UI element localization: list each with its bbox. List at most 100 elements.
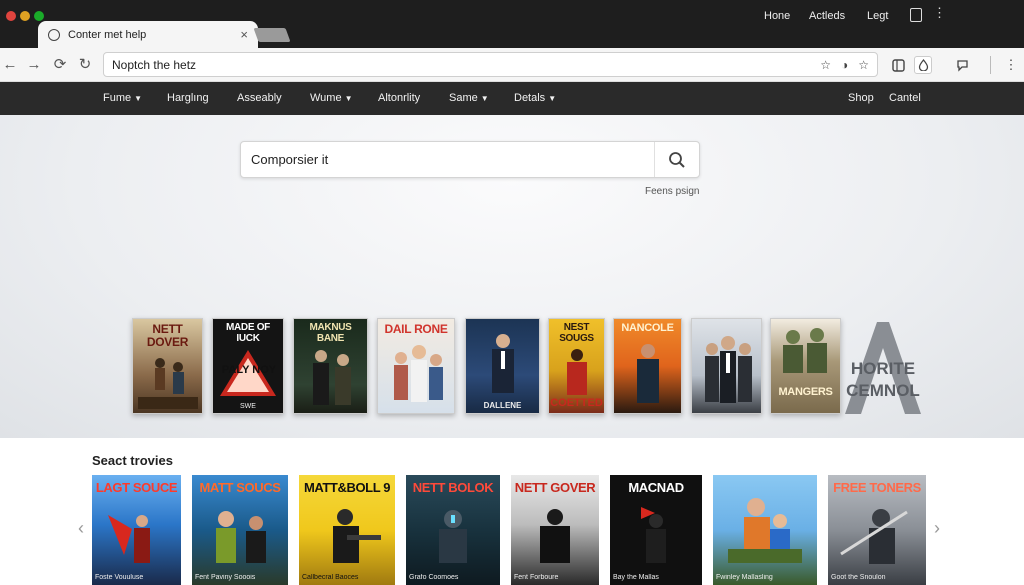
card-title: MACNAD [628, 480, 684, 495]
reader-mode-icon[interactable]: ◑ [841, 58, 848, 72]
nav-item-detals[interactable]: Detals ▼ [514, 92, 556, 104]
minimize-window-dot[interactable] [20, 11, 30, 21]
card-caption: Foste Vouuluse [95, 574, 144, 581]
poster-title [692, 319, 761, 323]
card-title: LAGT SOUCE [95, 480, 178, 495]
bookmark-star-outline-icon[interactable]: ☆ [820, 58, 831, 72]
close-window-dot[interactable] [6, 11, 16, 21]
chevron-down-icon: ▼ [344, 94, 353, 103]
hero-poster-7[interactable]: NANCOLE [613, 318, 682, 414]
nav-item-cantel[interactable]: Cantel [889, 92, 921, 104]
tab-close-icon[interactable]: × [240, 27, 248, 42]
card-caption: Callbecral Baoces [302, 574, 359, 581]
poster-figure-art [566, 349, 587, 395]
poster-figures-art [394, 344, 443, 402]
poster-caption [614, 410, 681, 413]
top-link-home[interactable]: Hone [764, 10, 790, 22]
nav-item-label: Asseably [237, 92, 282, 104]
card-figures-art [216, 511, 266, 563]
nav-item-fume[interactable]: Fume ▼ [103, 92, 142, 104]
card-title: NETT GOVER [514, 480, 596, 495]
hero-poster-4[interactable]: DAIL RONE [377, 318, 455, 414]
search-input[interactable] [241, 142, 654, 177]
poster-badge-text: COETTED [550, 397, 603, 409]
nav-item-same[interactable]: Same ▼ [449, 92, 489, 104]
movie-card-2[interactable]: MATT SOUCS Fent Paviny Sooois [192, 475, 288, 585]
movie-card-5[interactable]: NETT GOVER Fent Forboure [511, 475, 599, 585]
sidebar-panel-icon[interactable] [889, 56, 907, 74]
poster-title: NEST SOUGS [559, 322, 594, 344]
card-title: MATT&BOLL 9 [303, 480, 391, 495]
site-nav-bar: Fume ▼ Harglıng Asseably Wume ▼ Altonrlity… [0, 82, 1024, 115]
card-soldier-art [333, 509, 381, 563]
movie-card-6[interactable]: MACNAD Bay the Mallas [610, 475, 702, 585]
movie-card-1[interactable]: LAGT SOUCE Foste Vouuluse [92, 475, 181, 585]
back-arrow-icon[interactable]: ← [0, 54, 20, 74]
poster-figures-art [704, 335, 752, 403]
carousel-prev-icon[interactable]: ‹ [78, 518, 84, 539]
poster-figure-art [491, 334, 514, 393]
poster-title: NETT DOVER [146, 322, 189, 349]
tab-favicon-icon [48, 28, 60, 41]
top-link-legt[interactable]: Legt [867, 10, 888, 22]
chevron-down-icon: ▼ [480, 94, 489, 103]
hero-poster-5[interactable]: DALLENE [465, 318, 540, 414]
nav-item-shop[interactable]: Shop [848, 92, 874, 104]
hero-poster-2[interactable]: MADE OF IUCK PALY NOY SWE [212, 318, 284, 414]
nav-item-label: Fume [103, 92, 132, 104]
tab-title: Conter met help [68, 28, 147, 41]
browser-title-bar: Conter met help × Hone Actleds Legt ⋮ [0, 0, 1024, 48]
card-figure-art [540, 509, 570, 563]
nav-item-hargling[interactable]: Harglıng [167, 92, 209, 104]
browser-menu-icon[interactable]: ⋮ [1002, 56, 1020, 74]
movie-card-8[interactable]: FREE TONERS Goot the Snoulon [828, 475, 926, 585]
movie-card-7[interactable]: Fwinley Mallasling [713, 475, 817, 585]
hero-logo-card[interactable]: HORITE CEMNOL [845, 322, 921, 414]
nav-item-altonrlity[interactable]: Altonrlity [378, 92, 420, 104]
poster-caption [378, 410, 454, 413]
card-caption: Fent Paviny Sooois [195, 574, 256, 581]
hero-poster-8[interactable] [691, 318, 762, 414]
favorite-star-icon[interactable]: ☆ [858, 58, 869, 72]
carousel-next-icon[interactable]: › [934, 518, 940, 539]
nav-item-wume[interactable]: Wume ▼ [310, 92, 353, 104]
comment-icon[interactable] [953, 56, 971, 74]
search-button[interactable] [654, 142, 699, 177]
card-figures-art [728, 497, 802, 563]
poster-caption: SWE [240, 403, 256, 410]
card-robot-art [439, 510, 467, 563]
poster-title: MAKNUS BANE [309, 322, 352, 344]
poster-title: MANGERS [778, 385, 833, 398]
new-tab-button[interactable] [253, 28, 291, 42]
movie-card-3[interactable]: MATT&BOLL 9 Callbecral Baoces [299, 475, 395, 585]
hero-poster-3[interactable]: MAKNUS BANE [293, 318, 368, 414]
extension-drop-icon[interactable] [914, 56, 932, 74]
card-caption: Fwinley Mallasling [716, 574, 773, 581]
reload-icon[interactable]: ⟳ [50, 54, 70, 74]
poster-figure-art [636, 344, 659, 404]
url-text: Noptch the hetz [112, 57, 197, 72]
hero-poster-1[interactable]: NETT DOVER [132, 318, 203, 414]
more-menu-icon[interactable]: ⋮ [933, 6, 946, 19]
hero-poster-9[interactable]: MANGERS [770, 318, 841, 414]
address-bar-row: ← → ⟳ ↻ Noptch the hetz ☆ ◑ ☆ ⋮ [0, 48, 1024, 82]
clipboard-icon[interactable] [910, 8, 922, 22]
nav-item-asseably[interactable]: Asseably [237, 92, 282, 104]
card-title: MATT SOUCS [199, 480, 281, 495]
url-field[interactable]: Noptch the hetz ☆ ◑ ☆ [103, 52, 878, 77]
card-title [713, 475, 817, 481]
hero-poster-6[interactable]: NEST SOUGS COETTED [548, 318, 605, 414]
maximize-window-dot[interactable] [34, 11, 44, 21]
search-hint[interactable]: Feens psign [645, 186, 699, 197]
poster-title: DAIL RONE [384, 322, 448, 336]
poster-caption [133, 410, 202, 413]
forward-arrow-icon[interactable]: → [24, 54, 44, 74]
chevron-down-icon: ▼ [548, 94, 557, 103]
refresh-icon[interactable]: ↻ [75, 54, 95, 74]
browser-tab[interactable]: Conter met help × [38, 21, 258, 48]
top-link-actleds[interactable]: Actleds [809, 10, 845, 22]
nav-item-label: Wume [310, 92, 342, 104]
movie-card-4[interactable]: NETT BOLOK Grafo Coomoes [406, 475, 500, 585]
poster-caption [692, 410, 761, 413]
poster-figures-art [312, 350, 351, 405]
